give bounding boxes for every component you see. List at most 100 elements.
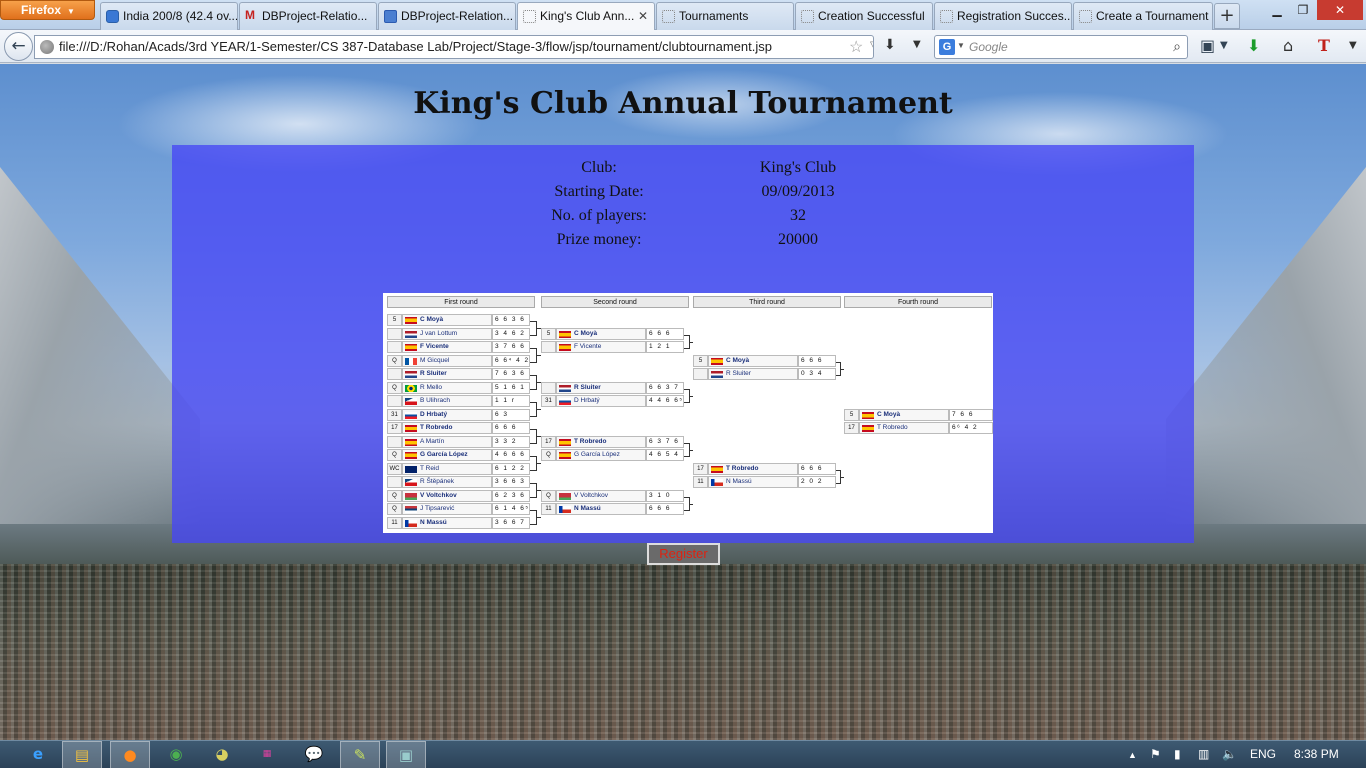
action-center-flag-icon[interactable]: ⚑ <box>1150 747 1161 761</box>
bracket-seed <box>387 341 402 353</box>
info-label: Club: <box>581 159 617 176</box>
firefox-menu-button[interactable]: Firefox ▼ <box>0 0 95 20</box>
bracket-player-name: T Robredo <box>402 422 492 434</box>
bracket-score: 7 6 3 6 <box>492 368 530 380</box>
page-title: King's Club Annual Tournament <box>413 86 953 121</box>
info-value: 09/09/2013 <box>761 183 835 200</box>
bracket-seed: 5 <box>541 327 556 340</box>
bracket-player-name: G García López <box>402 449 492 461</box>
chrome-icon[interactable]: ◉ <box>156 741 196 768</box>
tab-creation-successful[interactable]: Creation Successful <box>795 2 933 30</box>
remote-desktop-icon[interactable]: ▣ <box>386 741 426 768</box>
tab-kings-club[interactable]: King's Club Ann... ✕ <box>517 2 655 31</box>
bracket-score: 6 6 3 6 <box>492 314 530 326</box>
bracket-score: 6⁶ 4 2 <box>949 422 993 434</box>
downloads-icon[interactable]: ⬇ <box>884 37 896 53</box>
bracket-player-name: F Vicente <box>556 341 646 353</box>
bracket-seed <box>387 435 402 448</box>
tab-dbproject-gmail[interactable]: M DBProject-Relatio... <box>239 2 377 30</box>
notepad-icon[interactable]: ✎ <box>340 741 380 768</box>
media-player-icon[interactable]: ◕ <box>202 741 242 768</box>
bracket-seed: 5 <box>693 354 708 367</box>
battery-icon[interactable]: ▮ <box>1174 747 1181 761</box>
flag-nl-icon <box>559 384 571 392</box>
flag-es-icon <box>862 425 874 432</box>
bracket-seed: 11 <box>541 503 556 515</box>
info-row-prize-money: Prize money: 20000 <box>172 231 1194 255</box>
flag-es-icon <box>405 317 417 324</box>
tab-tournaments[interactable]: Tournaments <box>656 2 794 30</box>
bracket-player-name: R Sluiter <box>402 368 492 380</box>
firefox-icon[interactable]: ● <box>110 741 150 768</box>
home-icon[interactable]: ⌂ <box>1283 36 1293 55</box>
info-label: Prize money: <box>556 231 642 248</box>
minimize-button[interactable]: ▁ <box>1264 0 1290 20</box>
tab-label: DBProject-Relatio... <box>262 9 368 23</box>
bracket-player-name: C Moyà <box>402 314 492 326</box>
bracket-player-name: R Štěpánek <box>402 476 492 488</box>
download-arrow-icon[interactable]: ⬇ <box>1247 36 1260 55</box>
bracket-player-name: C Moyà <box>708 354 798 367</box>
volume-icon[interactable]: 🔈 <box>1222 747 1237 761</box>
google-icon <box>106 10 119 23</box>
bracket-seed: Q <box>387 503 402 515</box>
bracket-connector-line <box>535 517 541 518</box>
chevron-down-icon[interactable]: ▼ <box>913 39 921 50</box>
address-bar[interactable]: file:///D:/Rohan/Acads/3rd YEAR/1-Semest… <box>34 35 874 59</box>
chevron-down-icon[interactable]: ▼ <box>1349 40 1357 51</box>
chat-bubble-icon[interactable]: 💬 <box>294 741 334 768</box>
back-button[interactable]: ← <box>4 32 33 61</box>
close-icon[interactable]: ✕ <box>638 9 648 23</box>
gre-app-icon[interactable]: ▦ <box>247 741 287 768</box>
bracket-seed: Q <box>387 489 402 502</box>
tab-registration-success[interactable]: Registration Succes... <box>934 2 1072 30</box>
file-explorer-icon[interactable]: ▤ <box>62 741 102 768</box>
bracket-score: 4 6 6 6 <box>492 449 530 461</box>
blank-page-icon <box>801 10 814 23</box>
tab-dbproject-docs[interactable]: DBProject-Relation... <box>378 2 516 30</box>
bookmark-star-icon[interactable]: ☆ <box>849 37 863 57</box>
tab-create-tournament[interactable]: Create a Tournament <box>1073 2 1213 30</box>
round-header: Fourth round <box>844 296 992 308</box>
search-input[interactable]: G ▼ Google ⌕ <box>934 35 1188 59</box>
bracket-player-name: G García López <box>556 449 646 461</box>
history-dropdown-icon[interactable]: ▽ <box>870 40 873 51</box>
internet-explorer-icon[interactable]: e <box>18 741 58 768</box>
addon-t-icon[interactable]: T <box>1318 36 1330 55</box>
arrow-left-icon: ← <box>11 36 26 56</box>
bookmarks-icon[interactable]: ▣ <box>1200 36 1215 55</box>
docs-icon <box>384 10 397 23</box>
bracket-player-name: T Robredo <box>708 462 798 475</box>
tab-india-score[interactable]: India 200/8 (42.4 ov... <box>100 2 238 30</box>
bracket-score: 3 4 6 2 <box>492 327 530 340</box>
search-icon[interactable]: ⌕ <box>1173 38 1181 55</box>
chevron-down-icon: ▼ <box>67 7 75 16</box>
chevron-down-icon[interactable]: ▼ <box>957 41 965 50</box>
round-header: Second round <box>541 296 689 308</box>
blank-page-icon <box>662 10 675 23</box>
bracket-seed: Q <box>541 449 556 461</box>
globe-icon <box>40 40 54 54</box>
tab-label: DBProject-Relation... <box>401 9 514 23</box>
window-close-button[interactable]: ✕ <box>1317 0 1363 20</box>
google-search-engine-icon[interactable]: G <box>939 39 955 55</box>
flag-es-icon <box>711 357 723 365</box>
bracket-player-name: N Massú <box>402 516 492 529</box>
info-value: 32 <box>790 207 806 224</box>
register-button[interactable]: Register <box>647 543 720 565</box>
bracket-score: 6 6 3 7 <box>646 381 684 394</box>
bracket-player-name: N Massú <box>556 503 646 515</box>
show-hidden-icons-icon[interactable]: ▲ <box>1128 750 1137 760</box>
round-header: Third round <box>693 296 841 308</box>
maximize-button[interactable]: ❐ <box>1290 0 1316 20</box>
info-row-players: No. of players: 32 <box>172 207 1194 231</box>
network-icon[interactable]: ▥ <box>1198 747 1209 761</box>
bracket-seed <box>693 368 708 380</box>
language-indicator[interactable]: ENG <box>1250 747 1276 761</box>
bracket-player-name: V Voltchkov <box>556 489 646 502</box>
chevron-down-icon[interactable]: ▼ <box>1220 40 1228 51</box>
clock[interactable]: 8:38 PM <box>1294 747 1339 761</box>
flag-rs-icon <box>405 506 417 513</box>
bracket-seed: 31 <box>541 395 556 407</box>
new-tab-button[interactable]: + <box>1214 3 1240 29</box>
